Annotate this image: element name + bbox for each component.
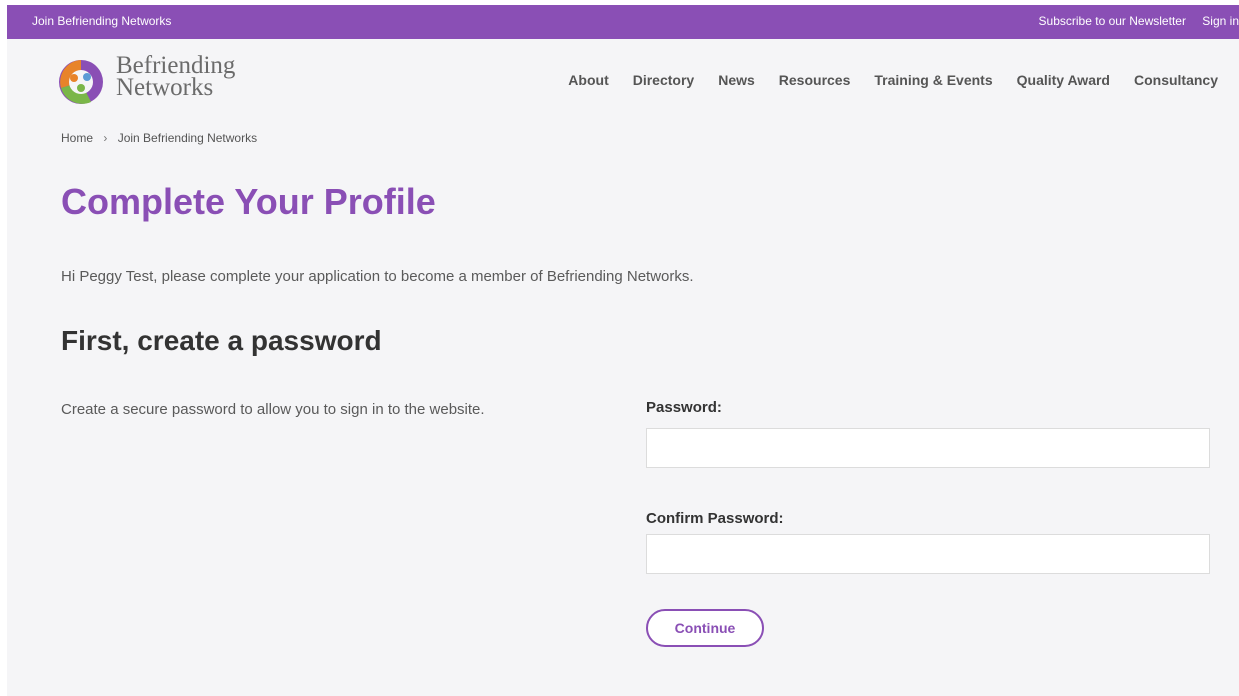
confirm-password-field[interactable] bbox=[646, 534, 1210, 574]
join-link[interactable]: Join Befriending Networks bbox=[32, 14, 171, 28]
newsletter-link[interactable]: Subscribe to our Newsletter bbox=[1039, 14, 1186, 28]
top-bar-links: Subscribe to our Newsletter Sign in bbox=[1026, 14, 1239, 28]
top-bar: Join Befriending Networks Subscribe to o… bbox=[7, 5, 1239, 39]
confirm-password-label: Confirm Password: bbox=[646, 510, 784, 527]
signin-link[interactable]: Sign in bbox=[1202, 14, 1239, 28]
intro-text: Hi Peggy Test, please complete your appl… bbox=[61, 268, 694, 285]
page: Join Befriending Networks Subscribe to o… bbox=[7, 5, 1239, 696]
nav-item-resources[interactable]: Resources bbox=[779, 72, 851, 88]
section-description: Create a secure password to allow you to… bbox=[61, 401, 485, 418]
nav-item-quality-award[interactable]: Quality Award bbox=[1017, 72, 1110, 88]
breadcrumb-current: Join Befriending Networks bbox=[117, 131, 258, 145]
password-label: Password: bbox=[646, 399, 722, 416]
continue-button[interactable]: Continue bbox=[646, 609, 764, 647]
nav-item-consultancy[interactable]: Consultancy bbox=[1134, 72, 1218, 88]
nav-item-training-events[interactable]: Training & Events bbox=[874, 72, 992, 88]
nav-item-about[interactable]: About bbox=[568, 72, 608, 88]
breadcrumb-home[interactable]: Home bbox=[61, 131, 93, 145]
section-title: First, create a password bbox=[61, 325, 382, 356]
breadcrumb: Home › Join Befriending Networks bbox=[61, 131, 257, 145]
breadcrumb-separator: › bbox=[103, 131, 108, 145]
logo-line-2: Networks bbox=[116, 74, 214, 101]
logo-text: Befriending Networks bbox=[116, 53, 235, 101]
nav-item-news[interactable]: News bbox=[718, 72, 755, 88]
password-field[interactable] bbox=[646, 428, 1210, 468]
nav-item-directory[interactable]: Directory bbox=[633, 72, 694, 88]
page-title: Complete Your Profile bbox=[61, 181, 436, 222]
site-logo[interactable]: Befriending Networks bbox=[57, 53, 257, 111]
logo-icon bbox=[59, 60, 103, 104]
main-nav: About Directory News Resources Training … bbox=[568, 72, 1218, 88]
